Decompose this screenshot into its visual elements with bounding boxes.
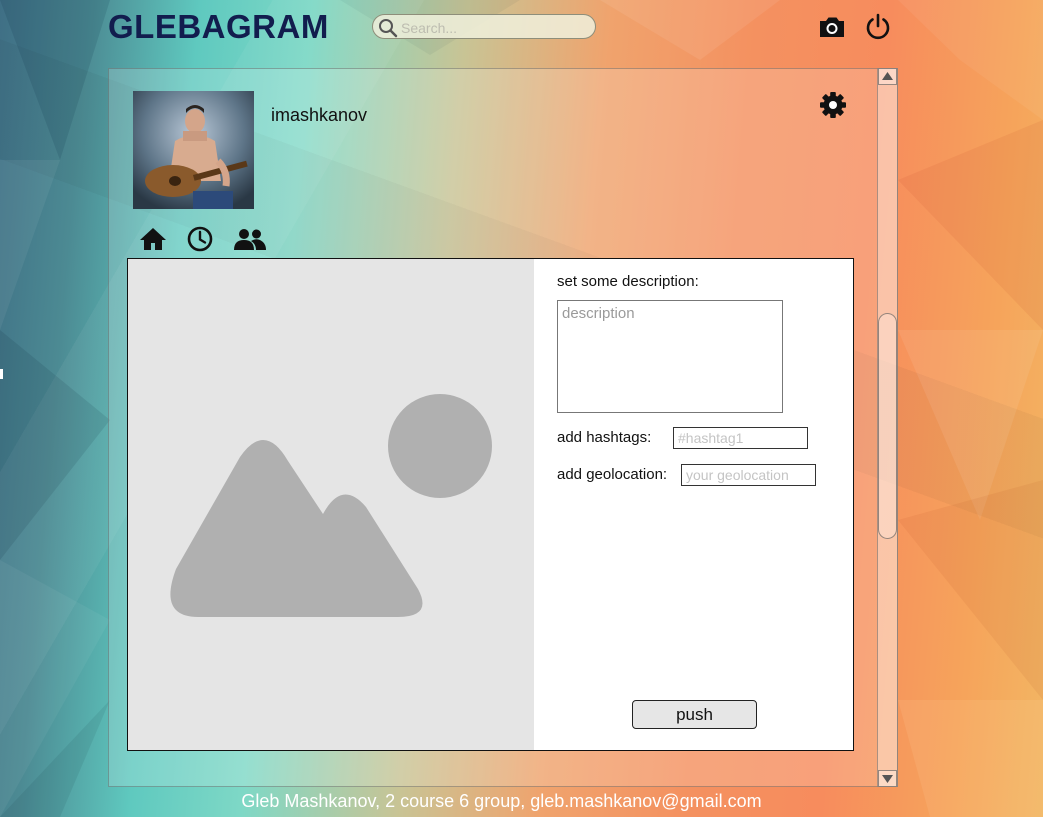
arrow-up-icon bbox=[882, 72, 893, 80]
user-photo bbox=[133, 91, 254, 209]
scrollbar[interactable] bbox=[877, 68, 898, 787]
scroll-thumb[interactable] bbox=[878, 313, 897, 539]
image-upload-area[interactable] bbox=[128, 259, 534, 750]
app-logo[interactable]: GLEBAGRAM bbox=[108, 8, 329, 46]
image-placeholder-icon bbox=[170, 394, 492, 617]
people-icon[interactable] bbox=[233, 224, 267, 254]
power-icon[interactable] bbox=[863, 12, 893, 42]
scroll-up-button[interactable] bbox=[878, 68, 897, 85]
geolocation-label: add geolocation: bbox=[557, 466, 668, 483]
edge-marker bbox=[0, 369, 3, 379]
scroll-down-button[interactable] bbox=[878, 770, 897, 787]
search-icon bbox=[379, 19, 398, 38]
hashtags-input[interactable] bbox=[673, 427, 808, 449]
gear-icon[interactable] bbox=[818, 90, 848, 120]
camera-icon[interactable] bbox=[817, 12, 847, 42]
geolocation-input[interactable] bbox=[681, 464, 816, 486]
home-icon[interactable] bbox=[138, 224, 168, 254]
push-button[interactable]: push bbox=[632, 700, 757, 729]
description-label: set some description: bbox=[557, 273, 699, 290]
avatar[interactable] bbox=[133, 91, 254, 209]
new-post-card: set some description: add hashtags: add … bbox=[127, 258, 854, 751]
description-field[interactable] bbox=[557, 300, 783, 413]
username[interactable]: imashkanov bbox=[271, 105, 367, 126]
footer-text: Gleb Mashkanov, 2 course 6 group, gleb.m… bbox=[241, 791, 762, 811]
arrow-down-icon bbox=[882, 775, 893, 783]
hashtags-label: add hashtags: bbox=[557, 429, 652, 446]
search-bar[interactable] bbox=[372, 14, 596, 39]
search-input[interactable] bbox=[399, 17, 593, 38]
clock-icon[interactable] bbox=[185, 224, 215, 254]
